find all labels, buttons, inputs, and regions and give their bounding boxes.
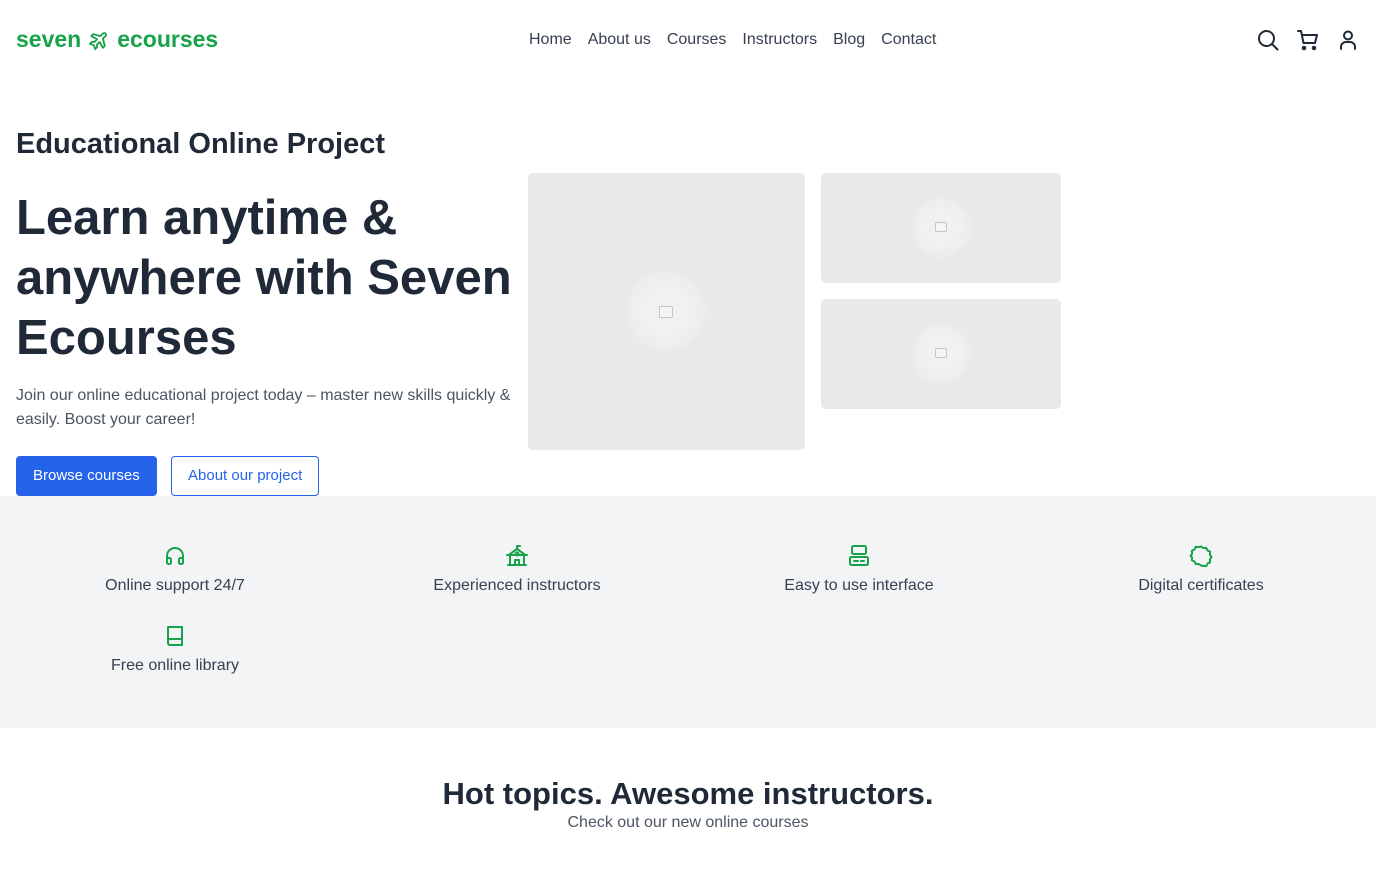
section-subtitle: Check out our new online courses (567, 814, 809, 831)
brand-logo[interactable]: seven ecourses (16, 26, 218, 53)
image-icon (659, 306, 673, 318)
feature-label: Free online library (110, 657, 240, 674)
hero-title: Learn anytime & anywhere with Seven Ecou… (16, 191, 512, 365)
feature-item: Easy to use interface (687, 544, 1031, 596)
nav-contact[interactable]: Contact (873, 30, 944, 50)
hero-subtitle: Join our online educational project toda… (16, 387, 511, 428)
hero-image-placeholder-large (528, 173, 805, 450)
headphones-icon (163, 544, 187, 568)
feature-item: Experienced instructors (345, 544, 689, 596)
nav-instructors[interactable]: Instructors (734, 30, 825, 50)
book-icon (163, 624, 187, 648)
section-title: Hot topics. Awesome instructors. (442, 776, 934, 811)
header-actions (1256, 28, 1360, 52)
about-project-button[interactable]: About our project (171, 456, 320, 496)
browse-courses-button[interactable]: Browse courses (16, 456, 157, 496)
image-icon (935, 222, 947, 232)
feature-label: Easy to use interface (784, 577, 934, 594)
feature-label: Experienced instructors (433, 577, 601, 594)
brand-name-left: seven (16, 26, 82, 52)
features-band: Online support 24/7 Experienced instruct… (0, 496, 1376, 728)
airplane-icon (89, 31, 108, 50)
school-building-icon (505, 544, 529, 568)
hero-image-placeholder-top (821, 173, 1061, 283)
feature-item: Free online library (3, 624, 347, 676)
image-icon (935, 348, 947, 358)
hero-image-placeholder-bottom (821, 299, 1061, 409)
nav-home[interactable]: Home (521, 30, 580, 50)
certificate-badge-icon (1189, 544, 1213, 568)
cart-icon[interactable] (1296, 28, 1320, 52)
devices-icon (847, 544, 871, 568)
main-nav: Home About us Courses Instructors Blog C… (521, 30, 944, 50)
search-icon[interactable] (1256, 28, 1280, 52)
feature-item: Online support 24/7 (3, 544, 347, 596)
site-header: seven ecourses Home About us Courses Ins… (0, 0, 1376, 80)
feature-label: Online support 24/7 (105, 577, 245, 594)
hero-eyebrow: Educational Online Project (16, 128, 386, 160)
user-icon[interactable] (1336, 28, 1360, 52)
nav-courses[interactable]: Courses (659, 30, 735, 50)
nav-about-us[interactable]: About us (580, 30, 659, 50)
nav-blog[interactable]: Blog (825, 30, 873, 50)
brand-name-right: ecourses (117, 26, 219, 52)
feature-label: Digital certificates (1138, 577, 1264, 594)
feature-item: Digital certificates (1029, 544, 1373, 596)
